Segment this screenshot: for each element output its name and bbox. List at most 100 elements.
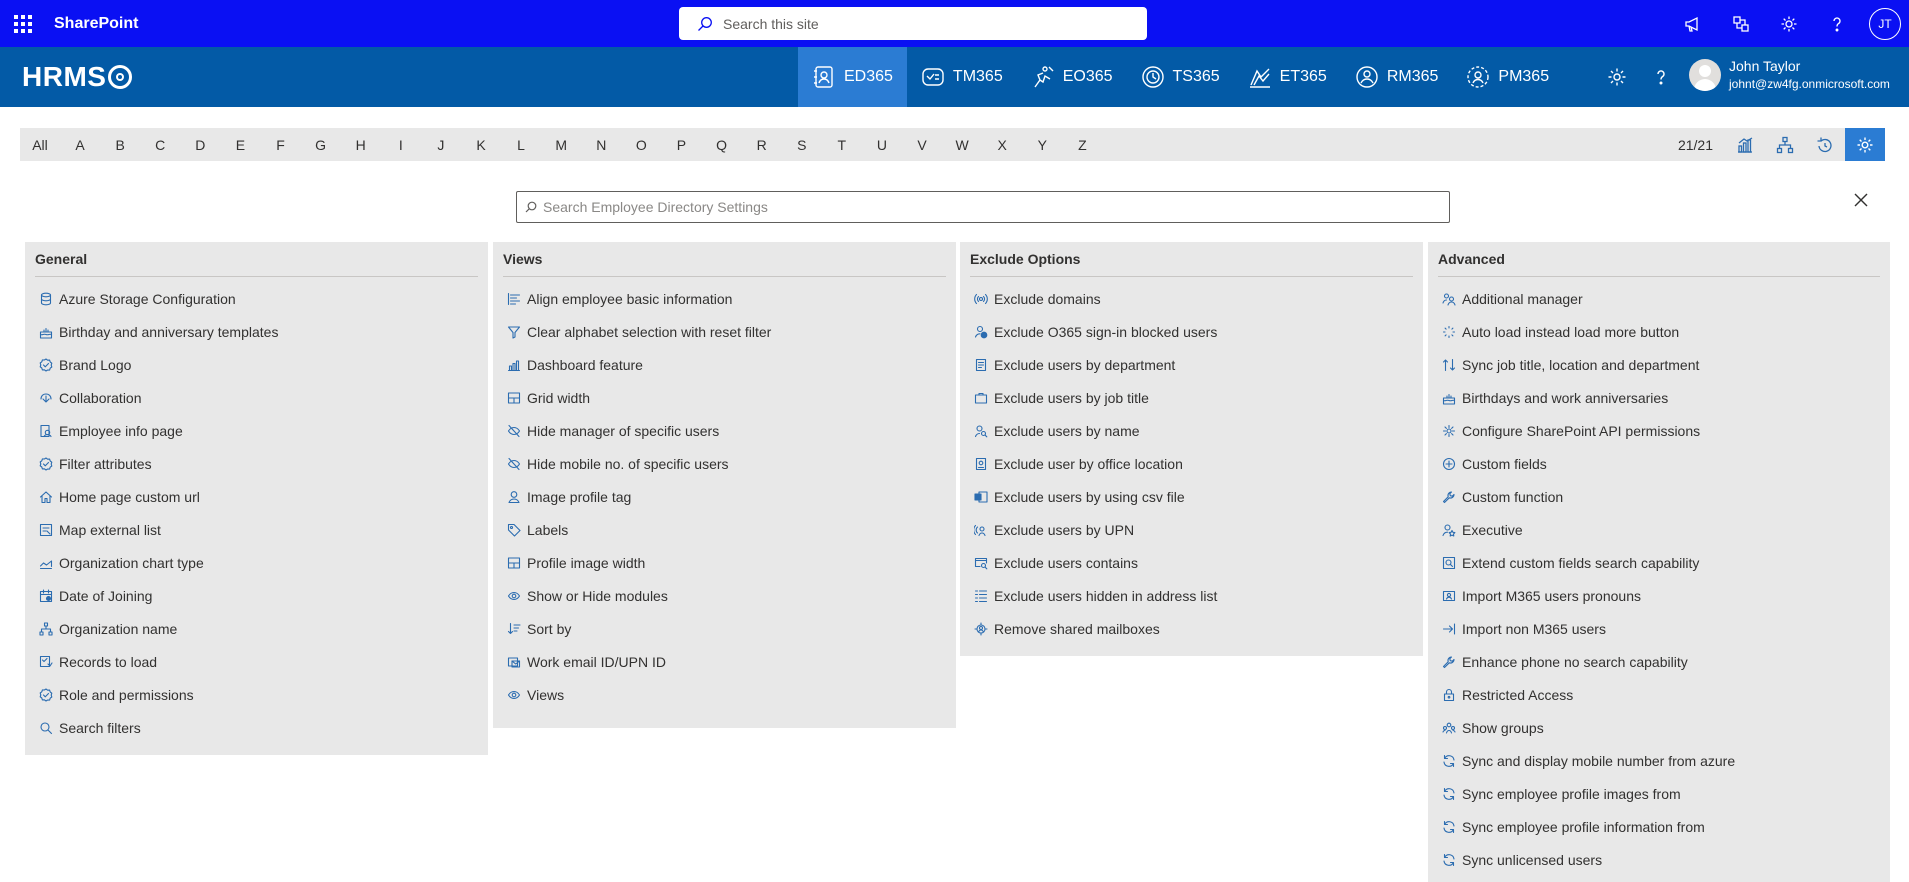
dashboard-chart-icon[interactable] [1725,128,1765,161]
settings-item[interactable]: Filter attributes [25,447,488,480]
settings-item[interactable]: Sync unlicensed users [1428,843,1890,876]
module-tab-rm365[interactable]: RM365 [1341,47,1453,107]
settings-item[interactable]: Auto load instead load more button [1428,315,1890,348]
settings-item[interactable]: Employee info page [25,414,488,447]
alphabet-letter-z[interactable]: Z [1062,137,1102,153]
help-question-icon[interactable] [1813,0,1861,47]
settings-item[interactable]: Clear alphabet selection with reset filt… [493,315,956,348]
settings-item[interactable]: Exclude users by name [960,414,1423,447]
settings-toggle-icon[interactable] [1845,128,1885,161]
settings-item[interactable]: Image profile tag [493,480,956,513]
alphabet-letter-n[interactable]: N [581,137,621,153]
share-network-icon[interactable] [1717,0,1765,47]
settings-item[interactable]: Sort by [493,612,956,645]
megaphone-icon[interactable] [1669,0,1717,47]
alphabet-letter-a[interactable]: A [60,137,100,153]
settings-item[interactable]: Custom fields [1428,447,1890,480]
settings-item[interactable]: Exclude domains [960,282,1423,315]
settings-item[interactable]: Restricted Access [1428,678,1890,711]
settings-item[interactable]: Role and permissions [25,678,488,711]
settings-item[interactable]: Configure SharePoint API permissions [1428,414,1890,447]
module-tab-ed365[interactable]: ED365 [798,47,907,107]
settings-item[interactable]: Exclude users contains [960,546,1423,579]
app-settings-icon[interactable] [1595,47,1639,107]
alphabet-letter-p[interactable]: P [661,137,701,153]
alphabet-letter-m[interactable]: M [541,137,581,153]
reset-filter-icon[interactable] [1805,128,1845,161]
settings-item[interactable]: Dashboard feature [493,348,956,381]
app-help-icon[interactable] [1639,47,1683,107]
app-launcher-button[interactable] [0,0,46,47]
settings-item[interactable]: Organization chart type [25,546,488,579]
account-button[interactable]: JT [1861,0,1909,47]
alphabet-letter-g[interactable]: G [301,137,341,153]
settings-item[interactable]: Grid width [493,381,956,414]
alphabet-letter-i[interactable]: I [381,137,421,153]
close-icon[interactable] [1849,188,1873,212]
alphabet-letter-b[interactable]: B [100,137,140,153]
settings-item[interactable]: Work email ID/UPN ID [493,645,956,678]
module-tab-tm365[interactable]: TM365 [907,47,1017,107]
alphabet-letter-q[interactable]: Q [702,137,742,153]
settings-item[interactable]: Profile image width [493,546,956,579]
site-search-box[interactable]: Search this site [679,7,1147,40]
alphabet-letter-l[interactable]: L [501,137,541,153]
settings-search-input[interactable] [543,199,1423,215]
user-profile[interactable]: John Taylor johnt@zw4fg.onmicrosoft.com [1689,57,1890,93]
module-tab-pm365[interactable]: PM365 [1452,47,1563,107]
settings-item[interactable]: Hide manager of specific users [493,414,956,447]
alphabet-letter-all[interactable]: All [20,137,60,153]
settings-item[interactable]: Exclude users by UPN [960,513,1423,546]
settings-item[interactable]: Brand Logo [25,348,488,381]
alphabet-letter-e[interactable]: E [220,137,260,153]
settings-item[interactable]: Enhance phone no search capability [1428,645,1890,678]
alphabet-letter-r[interactable]: R [742,137,782,153]
settings-item[interactable]: Additional manager [1428,282,1890,315]
alphabet-letter-c[interactable]: C [140,137,180,153]
settings-item[interactable]: Home page custom url [25,480,488,513]
settings-item[interactable]: Records to load [25,645,488,678]
settings-item[interactable]: Sync employee profile information from [1428,810,1890,843]
module-tab-eo365[interactable]: EO365 [1017,47,1127,107]
module-tab-ts365[interactable]: TS365 [1127,47,1234,107]
settings-item[interactable]: Exclude user by office location [960,447,1423,480]
settings-item[interactable]: Date of Joining [25,579,488,612]
alphabet-letter-s[interactable]: S [782,137,822,153]
alphabet-letter-y[interactable]: Y [1022,137,1062,153]
settings-item[interactable]: Import non M365 users [1428,612,1890,645]
alphabet-letter-w[interactable]: W [942,137,982,153]
settings-item[interactable]: Collaboration [25,381,488,414]
alphabet-letter-o[interactable]: O [621,137,661,153]
alphabet-letter-x[interactable]: X [982,137,1022,153]
settings-item[interactable]: Sync job title, location and department [1428,348,1890,381]
alphabet-letter-k[interactable]: K [461,137,501,153]
settings-item[interactable]: Birthday and anniversary templates [25,315,488,348]
settings-item[interactable]: Organization name [25,612,488,645]
alphabet-letter-f[interactable]: F [260,137,300,153]
sharepoint-title[interactable]: SharePoint [54,15,138,33]
settings-gear-icon[interactable] [1765,0,1813,47]
alphabet-letter-d[interactable]: D [180,137,220,153]
hrms-logo[interactable]: HRMS [22,61,133,93]
alphabet-letter-h[interactable]: H [341,137,381,153]
settings-item[interactable]: Sync and display mobile number from azur… [1428,744,1890,777]
settings-item[interactable]: Align employee basic information [493,282,956,315]
settings-item[interactable]: Remove shared mailboxes [960,612,1423,645]
alphabet-letter-u[interactable]: U [862,137,902,153]
settings-item[interactable]: Hide mobile no. of specific users [493,447,956,480]
settings-item[interactable]: Exclude users by job title [960,381,1423,414]
settings-item[interactable]: Custom function [1428,480,1890,513]
settings-item[interactable]: Show or Hide modules [493,579,956,612]
settings-item[interactable]: Map external list [25,513,488,546]
module-tab-et365[interactable]: ET365 [1234,47,1341,107]
org-chart-icon[interactable] [1765,128,1805,161]
settings-item[interactable]: Exclude users by department [960,348,1423,381]
settings-item[interactable]: Birthdays and work anniversaries [1428,381,1890,414]
settings-item[interactable]: Executive [1428,513,1890,546]
settings-item[interactable]: Exclude O365 sign-in blocked users [960,315,1423,348]
settings-item[interactable]: Sync employee profile images from [1428,777,1890,810]
settings-search-box[interactable] [516,191,1450,223]
settings-item[interactable]: Exclude users by using csv file [960,480,1423,513]
alphabet-letter-t[interactable]: T [822,137,862,153]
settings-item[interactable]: Labels [493,513,956,546]
